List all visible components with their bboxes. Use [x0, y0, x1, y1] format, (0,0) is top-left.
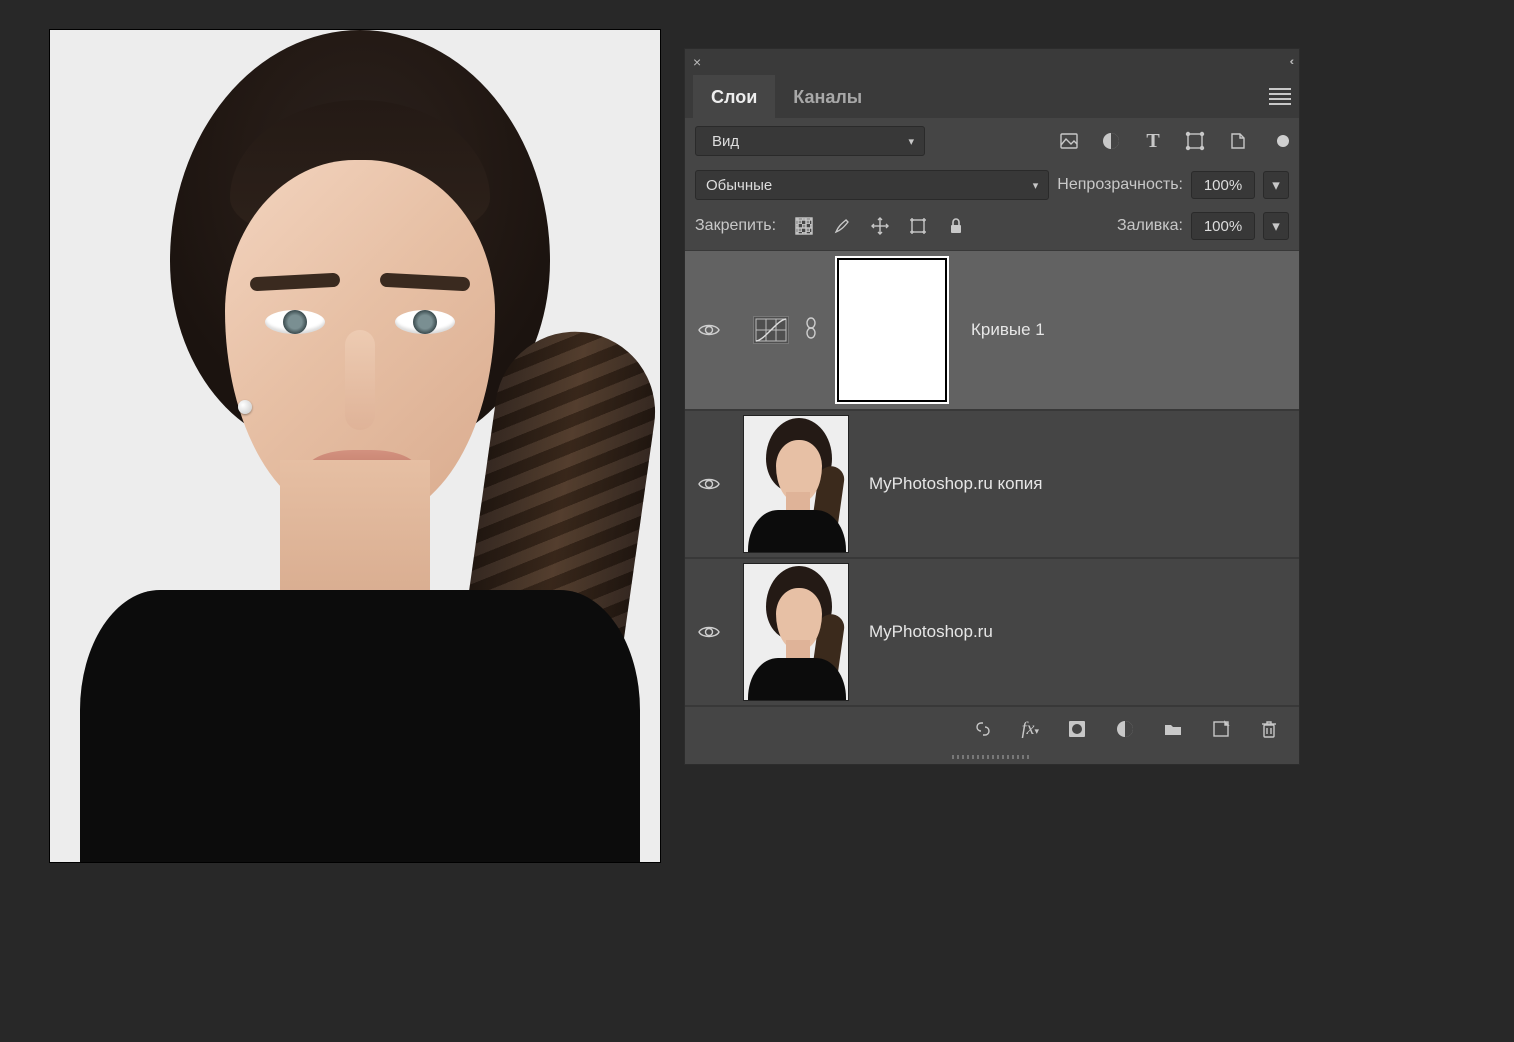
fill-stepper[interactable]: ▾	[1263, 212, 1289, 240]
panel-menu-icon[interactable]	[1269, 85, 1291, 108]
visibility-toggle[interactable]	[695, 620, 723, 644]
filter-shape-icon[interactable]	[1185, 131, 1205, 151]
dropdown-label: Вид	[712, 133, 739, 150]
portrait-illustration	[50, 30, 660, 862]
panel-titlebar: × ‹‹	[685, 49, 1299, 75]
new-group-icon[interactable]	[1163, 719, 1183, 739]
tab-channels[interactable]: Каналы	[775, 75, 880, 118]
mask-link-icon[interactable]	[803, 317, 819, 343]
layer-kind-dropdown[interactable]: Вид ▾	[695, 126, 925, 156]
layers-list: Кривые 1 MyPhotoshop.ru копия MyPhotosho…	[685, 250, 1299, 706]
visibility-toggle[interactable]	[695, 318, 723, 342]
layer-row[interactable]: MyPhotoshop.ru	[685, 558, 1299, 706]
opacity-value[interactable]: 100%	[1191, 171, 1255, 199]
canvas-image[interactable]	[50, 30, 660, 862]
filter-toggle[interactable]	[1277, 135, 1289, 147]
tab-label: Слои	[711, 87, 757, 107]
layer-mask-thumb[interactable]	[833, 255, 951, 405]
chevron-down-icon: ▾	[908, 135, 914, 148]
panel-resize-grip[interactable]	[685, 750, 1299, 764]
fill-value[interactable]: 100%	[1191, 212, 1255, 240]
lock-label: Закрепить:	[695, 217, 776, 235]
layer-fx-icon[interactable]: fx▾	[1021, 718, 1039, 739]
layer-thumb[interactable]	[743, 415, 849, 553]
close-icon[interactable]: ×	[693, 54, 701, 70]
lock-artboard-icon[interactable]	[908, 216, 928, 236]
blend-mode-dropdown[interactable]: Обычные ▾	[695, 170, 1049, 200]
new-adjustment-icon[interactable]	[1115, 719, 1135, 739]
layer-name: Кривые 1	[971, 320, 1045, 340]
layer-name: MyPhotoshop.ru копия	[869, 474, 1043, 494]
chevron-down-icon: ▾	[1033, 179, 1039, 192]
layer-name: MyPhotoshop.ru	[869, 622, 993, 642]
blend-mode-value: Обычные	[706, 177, 772, 194]
lock-position-icon[interactable]	[870, 216, 890, 236]
layer-row[interactable]: Кривые 1	[685, 250, 1299, 410]
lock-transparency-icon[interactable]	[794, 216, 814, 236]
lock-all-icon[interactable]	[946, 216, 966, 236]
tab-label: Каналы	[793, 87, 862, 107]
link-layers-icon[interactable]	[973, 719, 993, 739]
delete-layer-icon[interactable]	[1259, 719, 1279, 739]
fill-label: Заливка:	[1117, 217, 1183, 235]
filter-adjustment-icon[interactable]	[1101, 131, 1121, 151]
layers-footer: fx▾	[685, 706, 1299, 750]
collapse-icon[interactable]: ‹‹	[1290, 56, 1291, 68]
tab-layers[interactable]: Слои	[693, 75, 775, 118]
add-mask-icon[interactable]	[1067, 719, 1087, 739]
filter-type-icon[interactable]: T	[1143, 131, 1163, 151]
layer-thumb[interactable]	[743, 563, 849, 701]
opacity-stepper[interactable]: ▾	[1263, 171, 1289, 199]
panel-tabs: Слои Каналы	[693, 75, 880, 118]
visibility-toggle[interactable]	[695, 472, 723, 496]
new-layer-icon[interactable]	[1211, 719, 1231, 739]
filter-image-icon[interactable]	[1059, 131, 1079, 151]
lock-paint-icon[interactable]	[832, 216, 852, 236]
adjustment-curves-icon[interactable]	[753, 316, 789, 344]
filter-smartobject-icon[interactable]	[1227, 131, 1247, 151]
layer-type-filters: T	[1059, 131, 1289, 151]
opacity-label: Непрозрачность:	[1057, 176, 1183, 194]
layers-panel: × ‹‹ Слои Каналы Вид ▾	[684, 48, 1300, 765]
layer-row[interactable]: MyPhotoshop.ru копия	[685, 410, 1299, 558]
